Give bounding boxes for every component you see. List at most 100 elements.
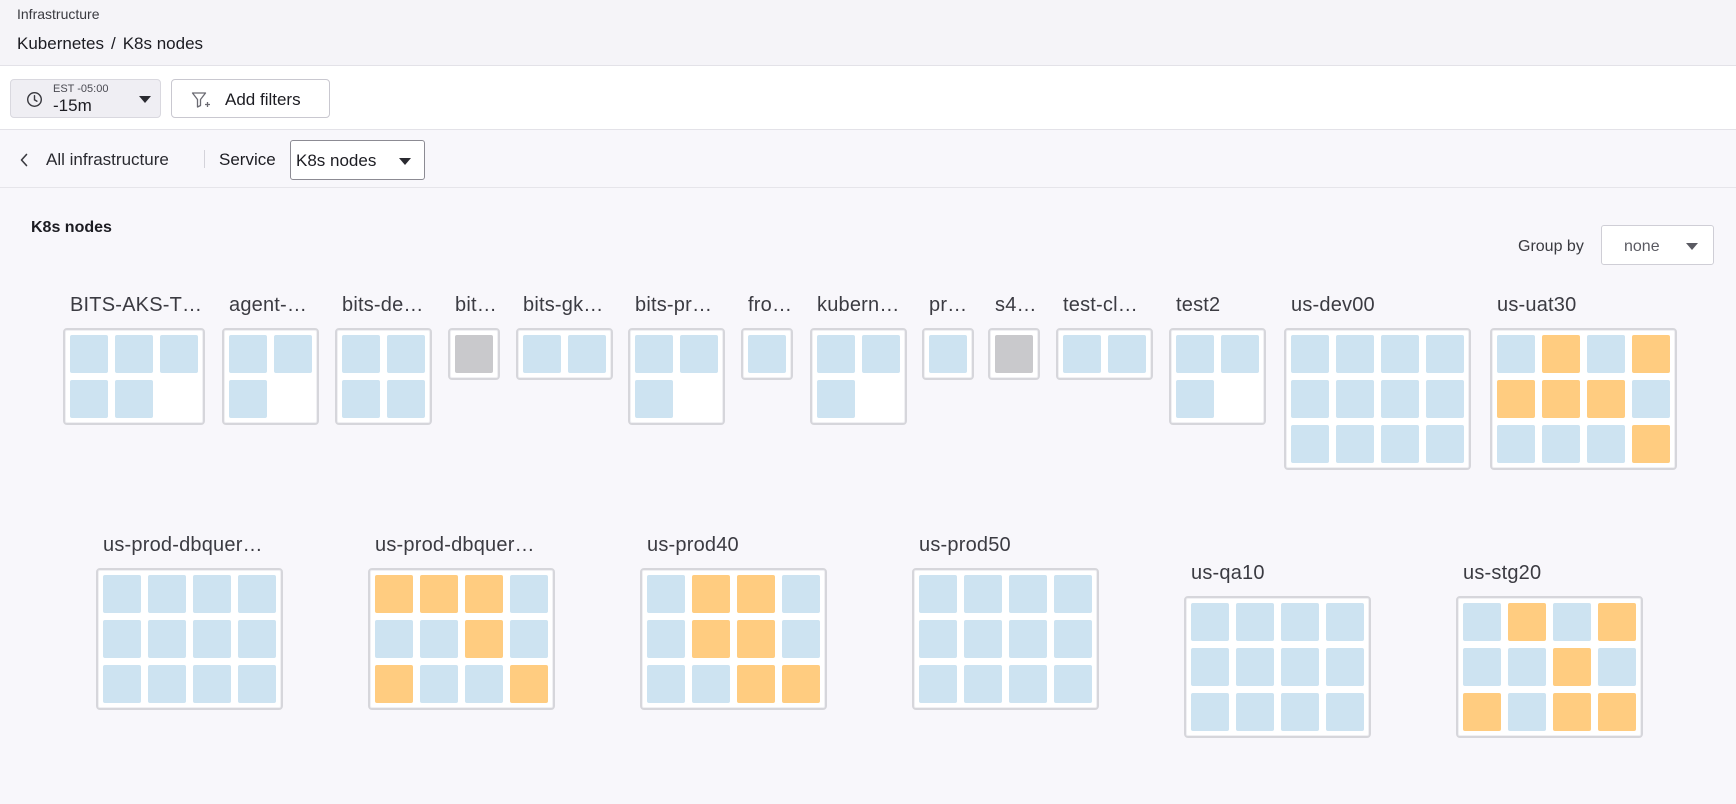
node-cell-healthy[interactable] xyxy=(1426,425,1464,463)
cluster-tile[interactable]: test2 xyxy=(1169,294,1266,425)
cluster-tile[interactable]: us-qa10 xyxy=(1184,562,1371,738)
cluster-tile[interactable]: agent-… xyxy=(222,294,319,425)
node-cell-healthy[interactable] xyxy=(70,380,108,418)
node-cell-warning[interactable] xyxy=(737,665,775,703)
node-cell-healthy[interactable] xyxy=(817,335,855,373)
node-cell-warning[interactable] xyxy=(1587,380,1625,418)
node-cell-healthy[interactable] xyxy=(635,380,673,418)
node-cell-healthy[interactable] xyxy=(1426,380,1464,418)
node-cell-healthy[interactable] xyxy=(238,620,276,658)
node-cell-healthy[interactable] xyxy=(1463,648,1501,686)
cluster-tile[interactable]: us-stg20 xyxy=(1456,562,1643,738)
node-cell-healthy[interactable] xyxy=(782,620,820,658)
node-cell-inactive[interactable] xyxy=(995,335,1033,373)
node-cell-healthy[interactable] xyxy=(964,665,1002,703)
node-cell-healthy[interactable] xyxy=(1281,648,1319,686)
node-cell-healthy[interactable] xyxy=(510,575,548,613)
cluster-tile[interactable]: bits-gk… xyxy=(516,294,613,380)
node-cell-healthy[interactable] xyxy=(1054,620,1092,658)
node-cell-healthy[interactable] xyxy=(148,665,186,703)
node-cell-healthy[interactable] xyxy=(1587,425,1625,463)
node-cell-healthy[interactable] xyxy=(782,575,820,613)
node-cell-healthy[interactable] xyxy=(1009,665,1047,703)
node-cell-healthy[interactable] xyxy=(817,380,855,418)
node-cell-healthy[interactable] xyxy=(1191,693,1229,731)
cluster-tile[interactable]: us-prod-dbquer… xyxy=(96,534,283,710)
node-cell-healthy[interactable] xyxy=(1587,335,1625,373)
node-cell-warning[interactable] xyxy=(1497,380,1535,418)
chevron-left-icon[interactable] xyxy=(18,152,30,168)
node-cell-healthy[interactable] xyxy=(1063,335,1101,373)
cluster-tile[interactable]: bits-pr… xyxy=(628,294,725,425)
node-cell-warning[interactable] xyxy=(1632,335,1670,373)
node-cell-healthy[interactable] xyxy=(1221,335,1259,373)
node-cell-warning[interactable] xyxy=(375,665,413,703)
node-cell-healthy[interactable] xyxy=(964,575,1002,613)
add-filters-button[interactable]: Add filters xyxy=(171,79,330,118)
all-infrastructure-link[interactable]: All infrastructure xyxy=(46,150,169,170)
node-cell-healthy[interactable] xyxy=(1009,575,1047,613)
node-cell-healthy[interactable] xyxy=(193,575,231,613)
node-cell-warning[interactable] xyxy=(1542,335,1580,373)
node-cell-healthy[interactable] xyxy=(1508,693,1546,731)
node-cell-healthy[interactable] xyxy=(568,335,606,373)
node-cell-healthy[interactable] xyxy=(238,665,276,703)
node-cell-healthy[interactable] xyxy=(1191,603,1229,641)
node-cell-healthy[interactable] xyxy=(70,335,108,373)
node-cell-healthy[interactable] xyxy=(964,620,1002,658)
node-cell-healthy[interactable] xyxy=(647,620,685,658)
node-cell-healthy[interactable] xyxy=(1236,603,1274,641)
node-cell-warning[interactable] xyxy=(1553,648,1591,686)
node-cell-warning[interactable] xyxy=(1553,693,1591,731)
node-cell-healthy[interactable] xyxy=(148,620,186,658)
node-cell-healthy[interactable] xyxy=(919,620,957,658)
node-cell-healthy[interactable] xyxy=(748,335,786,373)
node-cell-healthy[interactable] xyxy=(1291,380,1329,418)
cluster-tile[interactable]: test-cl… xyxy=(1056,294,1153,380)
node-cell-warning[interactable] xyxy=(692,575,730,613)
node-cell-healthy[interactable] xyxy=(1598,648,1636,686)
node-cell-healthy[interactable] xyxy=(1336,425,1374,463)
node-cell-healthy[interactable] xyxy=(238,575,276,613)
cluster-tile[interactable]: pr… xyxy=(922,294,974,380)
node-cell-healthy[interactable] xyxy=(647,665,685,703)
node-cell-healthy[interactable] xyxy=(1054,665,1092,703)
node-cell-healthy[interactable] xyxy=(193,620,231,658)
node-cell-healthy[interactable] xyxy=(420,620,458,658)
node-cell-healthy[interactable] xyxy=(103,620,141,658)
node-cell-inactive[interactable] xyxy=(455,335,493,373)
node-cell-healthy[interactable] xyxy=(1508,648,1546,686)
node-cell-healthy[interactable] xyxy=(1281,693,1319,731)
node-cell-warning[interactable] xyxy=(1632,425,1670,463)
node-cell-healthy[interactable] xyxy=(1108,335,1146,373)
node-cell-healthy[interactable] xyxy=(635,335,673,373)
node-cell-warning[interactable] xyxy=(1542,380,1580,418)
node-cell-healthy[interactable] xyxy=(342,335,380,373)
node-cell-healthy[interactable] xyxy=(420,665,458,703)
time-range-picker[interactable]: EST -05:00 -15m xyxy=(10,79,161,118)
node-cell-healthy[interactable] xyxy=(1009,620,1047,658)
node-cell-warning[interactable] xyxy=(420,575,458,613)
node-cell-healthy[interactable] xyxy=(1553,603,1591,641)
service-select[interactable]: K8s nodes xyxy=(290,140,425,180)
node-cell-healthy[interactable] xyxy=(160,335,198,373)
node-cell-healthy[interactable] xyxy=(115,380,153,418)
node-cell-healthy[interactable] xyxy=(193,665,231,703)
node-cell-healthy[interactable] xyxy=(510,620,548,658)
node-cell-healthy[interactable] xyxy=(274,335,312,373)
breadcrumb-kubernetes[interactable]: Kubernetes xyxy=(17,34,104,53)
node-cell-healthy[interactable] xyxy=(387,335,425,373)
node-cell-healthy[interactable] xyxy=(929,335,967,373)
node-cell-healthy[interactable] xyxy=(692,665,730,703)
node-cell-healthy[interactable] xyxy=(1281,603,1319,641)
node-cell-healthy[interactable] xyxy=(229,380,267,418)
node-cell-healthy[interactable] xyxy=(1236,693,1274,731)
cluster-tile[interactable]: us-dev00 xyxy=(1284,294,1471,470)
node-cell-healthy[interactable] xyxy=(1291,425,1329,463)
node-cell-healthy[interactable] xyxy=(229,335,267,373)
node-cell-healthy[interactable] xyxy=(375,620,413,658)
node-cell-healthy[interactable] xyxy=(1463,603,1501,641)
cluster-tile[interactable]: kubern… xyxy=(810,294,907,425)
node-cell-healthy[interactable] xyxy=(1497,425,1535,463)
node-cell-warning[interactable] xyxy=(692,620,730,658)
